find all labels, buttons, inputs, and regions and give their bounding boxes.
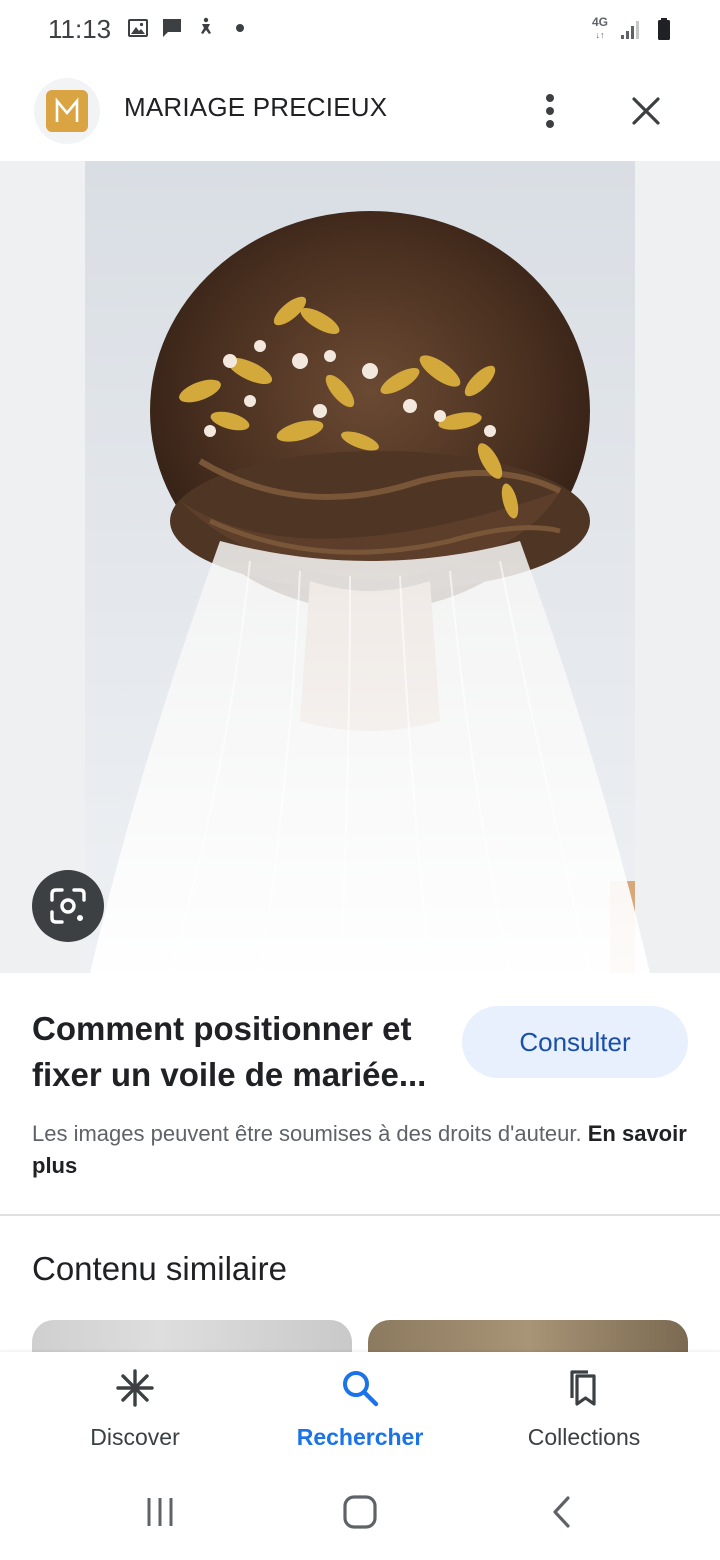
more-vert-icon: [546, 94, 554, 128]
recents-button[interactable]: [130, 1488, 190, 1536]
nav-search-label: Rechercher: [296, 1424, 424, 1450]
lens-icon: [50, 888, 86, 924]
site-logo[interactable]: [34, 78, 100, 144]
divider: [0, 1214, 720, 1216]
nav-discover[interactable]: Discover: [15, 1366, 255, 1451]
collections-icon: [570, 1370, 596, 1406]
copyright-text: Les images peuvent être soumises à des d…: [32, 1121, 582, 1146]
result-header: MARIAGE PRECIEUX: [0, 60, 720, 160]
nav-discover-label: Discover: [90, 1424, 180, 1450]
consult-button[interactable]: Consulter: [462, 1006, 688, 1078]
close-icon: [632, 97, 660, 125]
nav-search[interactable]: Rechercher: [240, 1366, 480, 1451]
status-bar: 11:13 4G ↓↑: [0, 0, 720, 60]
signal-icon: [621, 20, 639, 39]
recents-icon: [147, 1498, 173, 1526]
system-navigation-bar: [0, 1464, 720, 1560]
dot-icon: [236, 24, 244, 32]
message-icon: [163, 19, 181, 37]
site-name[interactable]: MARIAGE PRECIEUX: [124, 92, 387, 123]
lens-button[interactable]: [32, 870, 104, 942]
logo-mark: [46, 90, 88, 132]
image-preview[interactable]: [0, 161, 720, 973]
status-time: 11:13: [48, 14, 112, 44]
accessibility-icon: [201, 17, 211, 34]
search-icon: [343, 1371, 379, 1407]
home-icon: [343, 1495, 377, 1529]
system-icons: 4G ↓↑: [592, 16, 676, 41]
back-icon: [553, 1496, 570, 1528]
nav-collections-label: Collections: [527, 1424, 641, 1450]
asterisk-icon: [116, 1369, 154, 1407]
gallery-icon: [128, 19, 148, 37]
bridal-hair-photo: [85, 161, 650, 973]
bottom-navigation: Discover Rechercher Collections: [0, 1352, 720, 1464]
nav-collections[interactable]: Collections: [464, 1366, 704, 1451]
close-button[interactable]: [622, 88, 670, 134]
more-options-button[interactable]: [530, 88, 570, 134]
network-label: 4G: [591, 15, 608, 29]
home-button[interactable]: [330, 1488, 390, 1536]
back-button[interactable]: [532, 1488, 592, 1536]
result-title[interactable]: Comment positionner et fixer un voile de…: [32, 1006, 452, 1098]
battery-icon: [658, 17, 670, 40]
copyright-notice: Les images peuvent être soumises à des d…: [32, 1118, 692, 1182]
network-4g-icon: 4G ↓↑: [591, 15, 608, 40]
logo-m-icon: [55, 97, 79, 122]
notification-icons: [126, 16, 252, 40]
similar-content-heading: Contenu similaire: [32, 1250, 287, 1287]
